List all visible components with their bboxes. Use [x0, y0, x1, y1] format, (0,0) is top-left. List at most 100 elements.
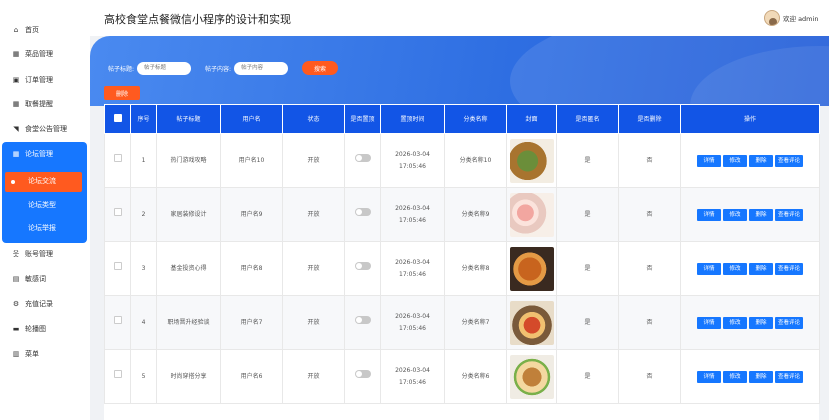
pinned-time-cell: 2026-03-04 17:05:46 — [380, 295, 445, 350]
deleted-cell: 否 — [618, 295, 681, 350]
title-cell: 职场晋升经验谈 — [156, 295, 221, 350]
sidebar-item-pickup-reminder[interactable]: ▦ 取餐提醒 — [0, 95, 90, 113]
delete-button[interactable]: 删除 — [748, 208, 773, 221]
book-icon: ▤ — [12, 275, 20, 283]
welcome-text: 欢迎 admin — [783, 15, 819, 23]
row-checkbox-cell[interactable] — [104, 133, 131, 188]
search-button[interactable]: 搜索 — [302, 61, 339, 75]
detail-button[interactable]: 详情 — [696, 154, 721, 167]
edit-button[interactable]: 修改 — [722, 208, 747, 221]
view-comments-button[interactable]: 查看评论 — [774, 316, 803, 329]
pinned-toggle[interactable] — [354, 370, 371, 378]
row-checkbox-cell[interactable] — [104, 241, 131, 296]
sidebar-item-canteen-notice-management[interactable]: ◥ 食堂公告管理 — [0, 120, 90, 138]
column-header: 置顶时间 — [380, 104, 445, 134]
sidebar-item-label: 敏感词 — [25, 275, 46, 283]
index-cell: 2 — [130, 187, 157, 242]
user-icon: 웃 — [12, 250, 20, 258]
detail-button[interactable]: 详情 — [696, 316, 721, 329]
sidebar-item-carousel[interactable]: ▬ 轮播图 — [0, 320, 90, 338]
grid-icon: ▦ — [12, 100, 20, 108]
sidebar-item-sensitive-words[interactable]: ▤ 敏感词 — [0, 270, 90, 288]
cover-cell — [506, 349, 557, 404]
pinned-toggle-cell[interactable] — [344, 349, 381, 404]
edit-button[interactable]: 修改 — [722, 370, 747, 383]
sidebar-item-label: 账号管理 — [25, 250, 53, 258]
sidebar-item-label: 论坛管理 — [25, 150, 53, 158]
sidebar-item-dish-management[interactable]: ▦ 菜品管理 — [0, 45, 90, 63]
cover-image — [509, 192, 554, 237]
row-checkbox-cell[interactable] — [104, 349, 131, 404]
detail-button[interactable]: 详情 — [696, 370, 721, 383]
title-cell: 家居装修设计 — [156, 187, 221, 242]
sidebar-item-menu[interactable]: ▥ 菜单 — [0, 345, 90, 363]
detail-button[interactable]: 详情 — [696, 208, 721, 221]
select-all-checkbox-cell[interactable] — [104, 104, 131, 134]
detail-button[interactable]: 详情 — [696, 262, 721, 275]
column-header: 操作 — [680, 104, 820, 134]
table-row[interactable]: 1 热门游戏攻略 用户名10 开放 2026-03-04 17:05:46 分类名称10 是… — [104, 133, 820, 188]
user-menu[interactable]: 欢迎 admin — [764, 10, 818, 26]
anonymous-cell: 是 — [556, 349, 619, 404]
sidebar-item-order-management[interactable]: ▣ 订单管理 — [0, 71, 90, 89]
anonymous-cell: 是 — [556, 241, 619, 296]
status-cell: 开放 — [282, 295, 345, 350]
deleted-cell: 否 — [618, 187, 681, 242]
sidebar-subitem-forum-type[interactable]: 论坛类型 — [28, 200, 56, 210]
sidebar-item-account-management[interactable]: 웃 账号管理 — [0, 245, 90, 263]
username-cell: 用户名8 — [220, 241, 283, 296]
view-comments-button[interactable]: 查看评论 — [774, 370, 803, 383]
pinned-time-cell: 2026-03-04 17:05:46 — [380, 133, 445, 188]
sidebar-item-forum-management[interactable]: ▦ 论坛管理 — [0, 145, 90, 163]
view-comments-button[interactable]: 查看评论 — [774, 154, 803, 167]
row-checkbox[interactable] — [113, 154, 122, 162]
column-header: 分类名称 — [444, 104, 507, 134]
menu-icon: ▥ — [12, 350, 20, 358]
table-row[interactable]: 5 时尚穿搭分享 用户名6 开放 2026-03-04 17:05:46 分类名称6 是否详… — [104, 349, 820, 404]
title-label: 帖子标题: — [108, 65, 135, 73]
delete-button[interactable]: 删除 — [748, 370, 773, 383]
delete-button[interactable]: 删除 — [748, 316, 773, 329]
table-row[interactable]: 2 家居装修设计 用户名9 开放 2026-03-04 17:05:46 分类名称9 是否详… — [104, 187, 820, 242]
delete-button[interactable]: 删除 — [748, 154, 773, 167]
row-checkbox[interactable] — [113, 370, 122, 378]
content-search-input[interactable] — [234, 61, 289, 75]
sidebar-subitem-forum-chat[interactable]: 论坛交流 — [28, 176, 56, 186]
active-dot-icon — [11, 180, 15, 184]
pinned-toggle[interactable] — [354, 262, 371, 270]
select-all-checkbox[interactable] — [113, 113, 122, 122]
pinned-toggle[interactable] — [354, 154, 371, 162]
cover-cell — [506, 241, 557, 296]
pinned-toggle[interactable] — [354, 208, 371, 216]
delete-button[interactable]: 删除 — [748, 262, 773, 275]
sidebar-subitem-forum-report[interactable]: 论坛举报 — [28, 223, 56, 233]
row-checkbox-cell[interactable] — [104, 187, 131, 242]
pinned-toggle-cell[interactable] — [344, 295, 381, 350]
cover-cell — [506, 295, 557, 350]
home-icon: ⌂ — [13, 26, 19, 34]
batch-delete-button[interactable]: 删除 — [104, 86, 140, 100]
pinned-toggle-cell[interactable] — [344, 187, 381, 242]
pinned-toggle[interactable] — [354, 316, 371, 324]
row-checkbox-cell[interactable] — [104, 295, 131, 350]
avatar[interactable] — [764, 10, 780, 26]
pinned-toggle-cell[interactable] — [344, 133, 381, 188]
pinned-time-cell: 2026-03-04 17:05:46 — [380, 349, 445, 404]
table-row[interactable]: 3 基金投资心得 用户名8 开放 2026-03-04 17:05:46 分类名称8 是否详… — [104, 241, 820, 296]
edit-button[interactable]: 修改 — [722, 154, 747, 167]
status-cell: 开放 — [282, 187, 345, 242]
sidebar-item-label: 充值记录 — [25, 300, 53, 308]
sidebar-item-home[interactable]: ⌂ 首页 — [0, 21, 90, 39]
title-search-input[interactable] — [137, 61, 192, 75]
actions-cell: 详情 修改 删除 查看评论 — [680, 349, 820, 404]
pinned-toggle-cell[interactable] — [344, 241, 381, 296]
sidebar-item-recharge-records[interactable]: ⚙ 充值记录 — [0, 295, 90, 313]
row-checkbox[interactable] — [113, 208, 122, 216]
edit-button[interactable]: 修改 — [722, 262, 747, 275]
row-checkbox[interactable] — [113, 262, 122, 270]
row-checkbox[interactable] — [113, 316, 122, 324]
table-row[interactable]: 4 职场晋升经验谈 用户名7 开放 2026-03-04 17:05:46 分类名称7 是否… — [104, 295, 820, 350]
edit-button[interactable]: 修改 — [722, 316, 747, 329]
view-comments-button[interactable]: 查看评论 — [774, 208, 803, 221]
view-comments-button[interactable]: 查看评论 — [774, 262, 803, 275]
